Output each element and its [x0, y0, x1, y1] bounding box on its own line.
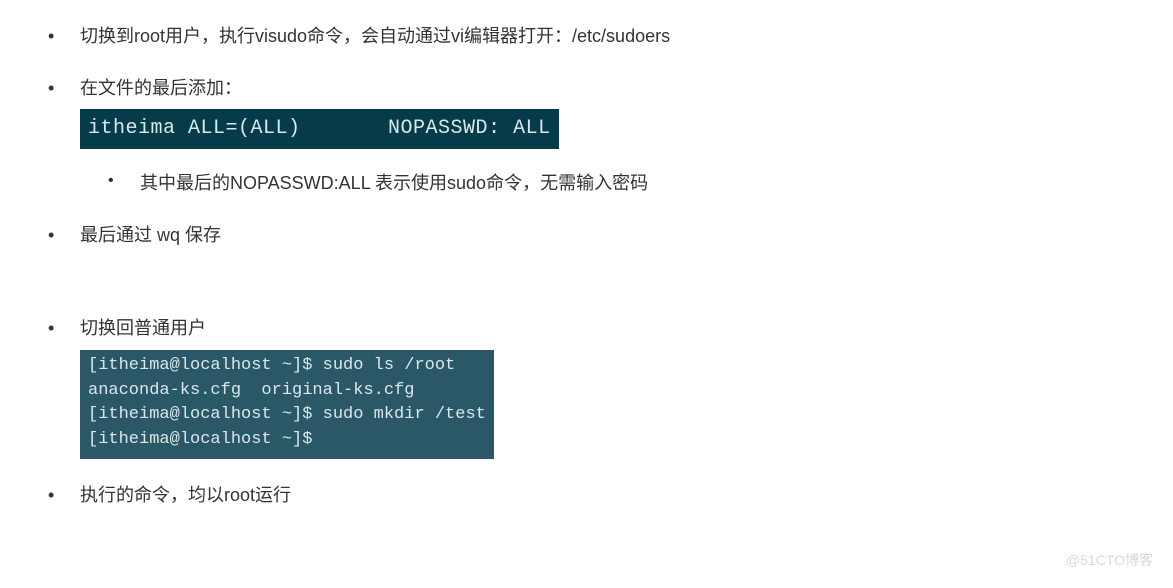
- watermark: @51CTO博客: [1066, 550, 1153, 570]
- bullet-text-4: 切换回普通用户: [80, 318, 206, 338]
- bullet-text-3: 最后通过 wq 保存: [80, 225, 221, 245]
- code-terminal-output: [itheima@localhost ~]$ sudo ls /root ana…: [80, 350, 494, 459]
- main-bullet-list: 切换到root用户，执行visudo命令，会自动通过vi编辑器打开：/etc/s…: [0, 20, 1173, 511]
- bullet-item-1: 切换到root用户，执行visudo命令，会自动通过vi编辑器打开：/etc/s…: [0, 20, 1173, 52]
- sub-bullet-text-1: 其中最后的NOPASSWD:ALL 表示使用sudo命令，无需输入密码: [140, 173, 648, 193]
- spacer: [0, 272, 1173, 312]
- bullet-text-1: 切换到root用户，执行visudo命令，会自动通过vi编辑器打开：/etc/s…: [80, 26, 670, 46]
- bullet-item-2: 在文件的最后添加： itheima ALL=(ALL) NOPASSWD: AL…: [0, 72, 1173, 199]
- bullet-item-5: 执行的命令，均以root运行: [0, 479, 1173, 511]
- bullet-item-3: 最后通过 wq 保存: [0, 219, 1173, 251]
- bullet-text-2: 在文件的最后添加：: [80, 78, 242, 98]
- code-sudoers-line: itheima ALL=(ALL) NOPASSWD: ALL: [80, 109, 559, 149]
- bullet-item-4: 切换回普通用户 [itheima@localhost ~]$ sudo ls /…: [0, 312, 1173, 459]
- bullet-text-5: 执行的命令，均以root运行: [80, 485, 291, 505]
- sub-bullet-item-1: 其中最后的NOPASSWD:ALL 表示使用sudo命令，无需输入密码: [80, 167, 1173, 199]
